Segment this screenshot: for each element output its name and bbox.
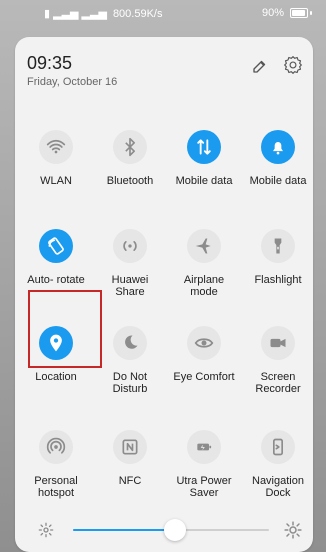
airplane-icon[interactable] bbox=[187, 229, 221, 263]
tile-label: Screen Recorder bbox=[241, 371, 315, 395]
brightness-high-icon bbox=[284, 521, 302, 539]
tile-notifications[interactable]: Mobile data bbox=[241, 130, 315, 187]
tile-label: Utra Power Saver bbox=[167, 475, 241, 499]
status-right: 90% bbox=[262, 7, 312, 19]
tile-nfc[interactable]: NFC bbox=[93, 430, 167, 487]
tile-wlan[interactable]: WLAN bbox=[19, 130, 93, 187]
brightness-slider-track[interactable] bbox=[73, 519, 269, 541]
rotate-icon[interactable] bbox=[39, 229, 73, 263]
tile-bluetooth[interactable]: Bluetooth bbox=[93, 130, 167, 187]
tile-label: Mobile data bbox=[175, 175, 233, 187]
settings-gear-icon[interactable] bbox=[283, 55, 303, 75]
tile-label: Eye Comfort bbox=[173, 371, 235, 383]
tile-screen-recorder[interactable]: Screen Recorder bbox=[241, 326, 315, 395]
brightness-slider-fill bbox=[73, 529, 175, 531]
edit-icon[interactable] bbox=[251, 57, 269, 75]
tile-mobile-data[interactable]: Mobile data bbox=[167, 130, 241, 187]
tile-label-line1: Navigation bbox=[252, 475, 304, 487]
mobile-data-icon[interactable] bbox=[187, 130, 221, 164]
tile-do-not-disturb[interactable]: Do Not Disturb bbox=[93, 326, 167, 395]
tile-label: Do Not Disturb bbox=[93, 371, 167, 395]
battery-icon bbox=[290, 8, 308, 18]
bluetooth-icon[interactable] bbox=[113, 130, 147, 164]
brightness-control bbox=[0, 510, 326, 550]
location-highlight-box bbox=[28, 290, 102, 368]
battery-saver-icon[interactable] bbox=[187, 430, 221, 464]
navigation-dock-icon[interactable] bbox=[261, 430, 295, 464]
clock-time: 09:35 bbox=[27, 53, 73, 73]
tile-label: Mobile data bbox=[249, 175, 307, 187]
tile-label-line2: Recorder bbox=[255, 383, 301, 395]
brightness-slider-thumb[interactable] bbox=[163, 519, 186, 541]
tile-label-line2: mode bbox=[190, 286, 218, 298]
tile-flashlight[interactable]: Flashlight bbox=[241, 229, 315, 286]
nfc-icon[interactable] bbox=[113, 430, 147, 464]
tile-label: NFC bbox=[118, 475, 142, 487]
moon-icon[interactable] bbox=[113, 326, 147, 360]
battery-nub bbox=[310, 11, 312, 15]
video-icon[interactable] bbox=[261, 326, 295, 360]
tile-label-line1: Do Not bbox=[112, 371, 148, 383]
tile-label-line2: Share bbox=[115, 286, 145, 298]
tile-label-line2: Disturb bbox=[112, 383, 148, 395]
hotspot-icon[interactable] bbox=[39, 430, 73, 464]
bell-icon[interactable] bbox=[261, 130, 295, 164]
flashlight-icon[interactable] bbox=[261, 229, 295, 263]
tile-label: Location bbox=[35, 371, 77, 383]
share-icon[interactable] bbox=[113, 229, 147, 263]
network-speed: 800.59K/s bbox=[112, 7, 163, 20]
tile-label-line1: Screen bbox=[260, 371, 296, 383]
status-bar: ▮ ▂▃▅ ▂▃▅ 800.59K/s 90% bbox=[0, 0, 326, 28]
tile-label: Huawei Share bbox=[93, 274, 167, 298]
tile-label-line2: Dock bbox=[265, 487, 291, 499]
tile-label: Airplane mode bbox=[167, 274, 241, 298]
tile-label: Navigation Dock bbox=[241, 475, 315, 499]
tile-label: Bluetooth bbox=[106, 175, 154, 187]
signal-icon: ▮ ▂▃▅ ▂▃▅ bbox=[44, 8, 107, 20]
tile-label-line2: hotspot bbox=[37, 487, 75, 499]
tile-label: Auto- rotate bbox=[27, 274, 85, 286]
tile-auto-rotate[interactable]: Auto- rotate bbox=[19, 229, 93, 286]
tile-personal-hotspot[interactable]: Personal hotspot bbox=[19, 430, 93, 499]
tile-huawei-share[interactable]: Huawei Share bbox=[93, 229, 167, 298]
clock-date: Friday, October 16 bbox=[27, 76, 118, 88]
status-left: ▮ ▂▃▅ ▂▃▅ 800.59K/s bbox=[44, 7, 163, 21]
battery-percent: 90% bbox=[261, 7, 284, 19]
tile-ultra-power-saver[interactable]: Utra Power Saver bbox=[167, 430, 241, 499]
eye-icon[interactable] bbox=[187, 326, 221, 360]
tile-eye-comfort[interactable]: Eye Comfort bbox=[167, 326, 241, 383]
tile-label-line1: Utra Power bbox=[176, 475, 232, 487]
tile-navigation-dock[interactable]: Navigation Dock bbox=[241, 430, 315, 499]
tile-label-line1: Huawei bbox=[111, 274, 149, 286]
tile-label: WLAN bbox=[40, 175, 72, 187]
tile-label-line1: Personal bbox=[34, 475, 78, 487]
tile-label: Flashlight bbox=[254, 274, 302, 286]
tile-label-line1: Airplane bbox=[183, 274, 225, 286]
wifi-icon[interactable] bbox=[39, 130, 73, 164]
brightness-low-icon bbox=[38, 522, 54, 538]
tile-label-line2: Saver bbox=[189, 487, 219, 499]
screen: ▮ ▂▃▅ ▂▃▅ 800.59K/s 90% 09:35 Friday, Oc… bbox=[0, 0, 326, 552]
tile-airplane-mode[interactable]: Airplane mode bbox=[167, 229, 241, 298]
tile-label: Personal hotspot bbox=[19, 475, 93, 499]
